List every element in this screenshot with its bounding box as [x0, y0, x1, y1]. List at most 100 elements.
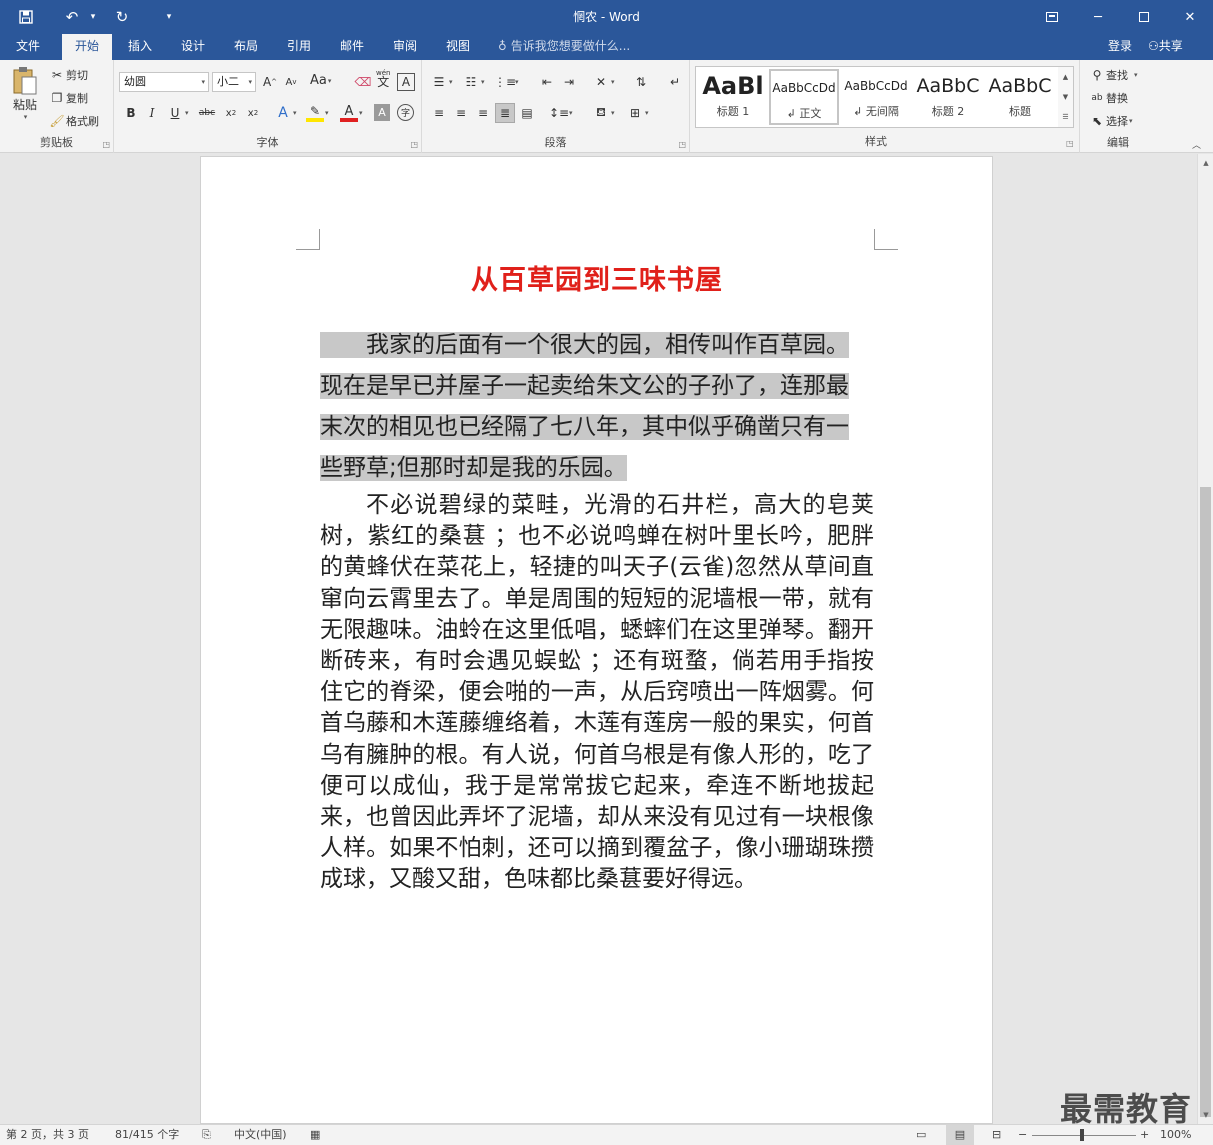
replace-label: 替换	[1106, 92, 1128, 105]
style-heading-2[interactable]: AaBbC 标题 2	[913, 69, 983, 125]
zoom-out-icon[interactable]: −	[1018, 1125, 1027, 1145]
style-no-spacing[interactable]: AaBbCcDd ↲ 无间隔	[841, 69, 911, 125]
bold-button[interactable]: B	[122, 104, 140, 122]
grow-font-button[interactable]: A ^	[261, 73, 279, 91]
scrollbar-thumb[interactable]	[1200, 487, 1211, 1117]
line-spacing-button[interactable]: ↕≡ ▾	[549, 104, 573, 122]
copy-button[interactable]: ❐ 复制	[48, 89, 88, 107]
chevron-up-icon[interactable]: ▲	[1058, 67, 1073, 87]
distributed-button[interactable]: ▤	[518, 104, 536, 122]
text-effects-button[interactable]: A ▾	[274, 104, 296, 122]
justify-button[interactable]: ≣	[495, 103, 515, 123]
share-button[interactable]: ⚇共享	[1148, 34, 1183, 60]
status-bar: 第 2 页，共 3 页 81/415 个字 ⎘ 中文(中国) ▦ ▭ ▤ ⊟ −…	[0, 1124, 1213, 1145]
multilevel-list-button[interactable]: ⋮≡ ▾	[494, 73, 519, 91]
style-title[interactable]: AaBbC 标题	[985, 69, 1055, 125]
paragraph-launcher-icon[interactable]: ◳	[678, 140, 686, 149]
more-styles-icon[interactable]: ☰	[1058, 107, 1073, 127]
chevron-down-icon[interactable]: ▼	[1058, 87, 1073, 107]
proofing-icon[interactable]: ⎘	[202, 1125, 211, 1145]
scroll-down-icon[interactable]: ▼	[1198, 1108, 1213, 1122]
tab-view[interactable]: 视图	[433, 34, 483, 60]
strikethrough-icon: abc	[198, 108, 216, 118]
tab-home[interactable]: 开始	[62, 34, 112, 60]
phonetic-guide-button[interactable]: wén 文	[376, 69, 390, 88]
highlight-color-button[interactable]: ✎ ▾	[306, 104, 329, 122]
clipboard-launcher-icon[interactable]: ◳	[102, 140, 110, 149]
style-heading-1[interactable]: AaBl 标题 1	[698, 69, 768, 125]
shrink-font-icon: Av	[285, 76, 297, 88]
align-left-button[interactable]: ≡	[430, 104, 448, 122]
font-name-combobox[interactable]: 幼圆 ▾	[119, 72, 209, 92]
italic-button[interactable]: I	[143, 104, 161, 122]
word-count[interactable]: 81/415 个字	[115, 1125, 179, 1145]
language-indicator[interactable]: 中文(中国)	[234, 1125, 287, 1145]
chinese-layout-button[interactable]: ✕ ▾	[592, 73, 615, 91]
document-paragraph-selected[interactable]: 我家的后面有一个很大的园，相传叫作百草园。 现在是早已并屋子一起卖给朱文公的子孙…	[320, 325, 874, 489]
chevron-down-icon: ▾	[325, 109, 329, 117]
enclose-characters-button[interactable]: 字	[397, 104, 414, 121]
decrease-indent-button[interactable]: ⇤	[538, 73, 556, 91]
collapse-ribbon-icon[interactable]: ︿	[1192, 138, 1201, 151]
minimize-button[interactable]: ─	[1075, 0, 1121, 34]
increase-indent-button[interactable]: ⇥	[560, 73, 578, 91]
character-border-button[interactable]: A	[397, 73, 415, 91]
page-count[interactable]: 第 2 页，共 3 页	[6, 1125, 89, 1145]
format-painter-button[interactable]: 🖌 格式刷	[48, 112, 99, 130]
vertical-scrollbar[interactable]: ▲ ▼	[1197, 154, 1213, 1124]
tab-file[interactable]: 文件	[0, 34, 56, 60]
strikethrough-button[interactable]: abc	[198, 104, 216, 122]
character-shading-button[interactable]: A	[374, 104, 390, 121]
document-paragraph[interactable]: 不必说碧绿的菜畦，光滑的石井栏，高大的皂荚树，紫红的桑葚 ；也不必说鸣蝉在树叶里…	[320, 490, 874, 896]
zoom-slider-thumb[interactable]	[1080, 1129, 1084, 1141]
web-layout-icon[interactable]: ⊟	[992, 1125, 1001, 1145]
clear-formatting-button[interactable]: ⌫	[354, 73, 372, 91]
macro-icon[interactable]: ▦	[310, 1125, 320, 1145]
read-mode-icon[interactable]: ▭	[916, 1125, 926, 1145]
selected-line: 末次的相见也已经隔了七八年，其中似乎确凿只有一	[320, 414, 849, 440]
align-center-button[interactable]: ≡	[452, 104, 470, 122]
sort-button[interactable]: ⇅	[632, 73, 650, 91]
style-normal[interactable]: AaBbCcDd ↲ 正文	[769, 69, 839, 125]
shrink-font-button[interactable]: Av	[282, 73, 300, 91]
tell-me-box[interactable]: ♁ 告诉我您想要做什么...	[498, 34, 630, 60]
close-button[interactable]: ✕	[1167, 0, 1213, 34]
change-case-label: Aa	[310, 73, 327, 88]
scroll-up-icon[interactable]: ▲	[1198, 156, 1213, 170]
show-marks-button[interactable]: ↵	[666, 73, 684, 91]
borders-button[interactable]: ⊞ ▾	[626, 104, 649, 122]
select-button[interactable]: ⬉ 选择 ▾	[1088, 112, 1133, 130]
tab-design[interactable]: 设计	[168, 34, 218, 60]
cursor-icon: ⬉	[1091, 114, 1103, 128]
tab-review[interactable]: 审阅	[380, 34, 430, 60]
tab-mailings[interactable]: 邮件	[327, 34, 377, 60]
align-right-button[interactable]: ≡	[474, 104, 492, 122]
tab-references[interactable]: 引用	[274, 34, 324, 60]
numbering-button[interactable]: ☷ ▾	[462, 73, 485, 91]
underline-button[interactable]: U ▾	[166, 104, 189, 122]
font-size-combobox[interactable]: 小二 ▾	[212, 72, 256, 92]
font-launcher-icon[interactable]: ◳	[410, 140, 418, 149]
search-icon: ⚲	[1092, 68, 1102, 82]
sign-in-link[interactable]: 登录	[1108, 34, 1132, 60]
paste-button[interactable]: 粘贴 ▾	[8, 66, 42, 128]
superscript-button[interactable]: x2	[244, 104, 262, 122]
styles-scroll[interactable]: ▲ ▼ ☰	[1058, 66, 1074, 128]
tab-insert[interactable]: 插入	[115, 34, 165, 60]
zoom-slider[interactable]	[1032, 1135, 1136, 1136]
bullets-button[interactable]: ☰ ▾	[430, 73, 453, 91]
change-case-button[interactable]: Aa ▾	[310, 73, 331, 88]
shading-button[interactable]: ⛾ ▾	[592, 104, 614, 122]
replace-button[interactable]: ab 替换	[1088, 89, 1128, 107]
print-layout-icon[interactable]: ▤	[946, 1125, 974, 1145]
cut-button[interactable]: ✂ 剪切	[48, 66, 88, 84]
tab-layout[interactable]: 布局	[221, 34, 271, 60]
subscript-button[interactable]: x2	[222, 104, 240, 122]
ribbon-display-options-button[interactable]	[1029, 0, 1075, 34]
styles-launcher-icon[interactable]: ◳	[1066, 139, 1074, 148]
font-color-button[interactable]: A ▾	[340, 104, 363, 122]
lightbulb-icon: ♁	[498, 39, 507, 53]
maximize-button[interactable]	[1121, 0, 1167, 34]
style-name: 标题 1	[716, 105, 750, 118]
find-button[interactable]: ⚲ 查找 ▾	[1088, 66, 1138, 84]
